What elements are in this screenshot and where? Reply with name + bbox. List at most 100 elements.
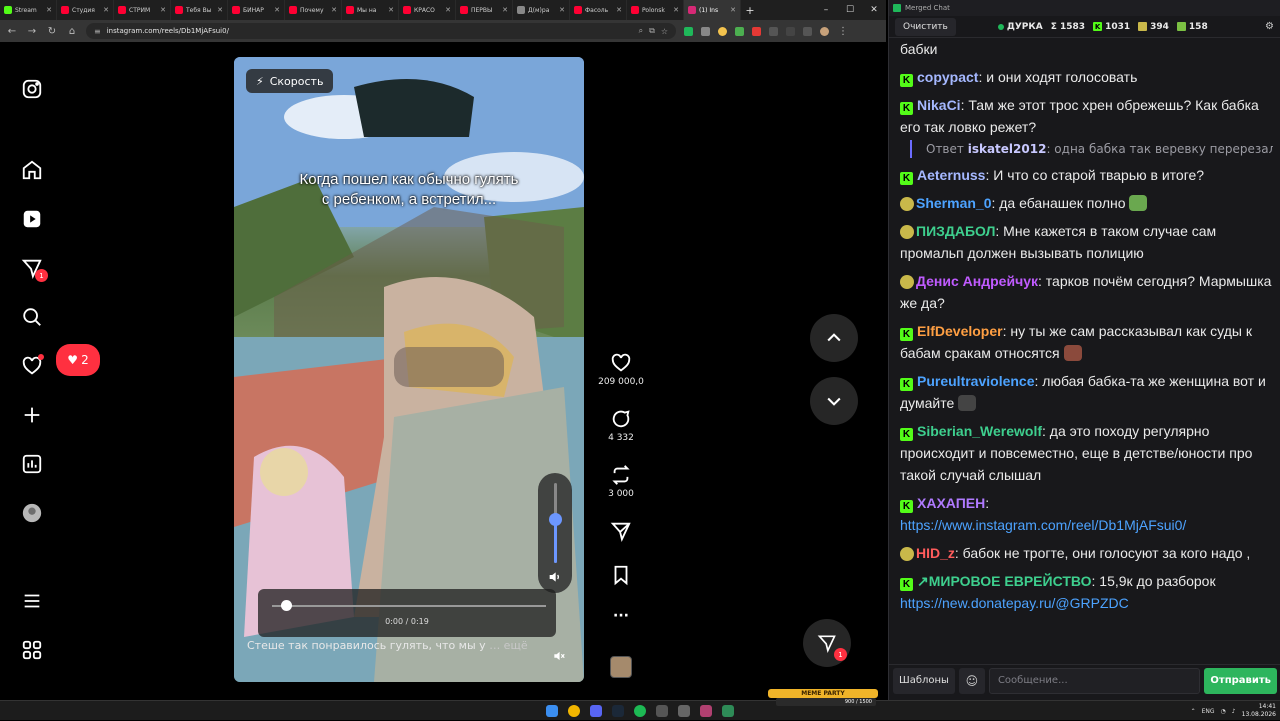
tab-close-icon[interactable]: ✕ <box>160 6 166 14</box>
spotify-taskbar-icon[interactable] <box>634 705 646 717</box>
back-button[interactable]: ← <box>6 26 18 37</box>
zoom-icon[interactable]: ⌕ <box>639 26 643 36</box>
install-icon[interactable]: ⧉ <box>649 26 655 36</box>
progress-track[interactable] <box>272 605 546 607</box>
home-button[interactable]: ⌂ <box>66 26 78 37</box>
discord-taskbar-icon[interactable] <box>590 705 602 717</box>
steam-taskbar-icon[interactable] <box>612 705 624 717</box>
share-button[interactable] <box>596 520 646 542</box>
tab-close-icon[interactable]: ✕ <box>730 6 736 14</box>
browser-tab[interactable]: Polonsk ✕ <box>627 0 684 20</box>
repost-button[interactable]: 3 000 <box>596 464 646 499</box>
emoji-button[interactable]: ☺ <box>958 667 985 694</box>
save-button[interactable] <box>596 564 646 586</box>
browser-tab[interactable]: Тебя Вы ✕ <box>171 0 228 20</box>
profile-avatar-icon[interactable] <box>820 26 829 36</box>
meta-apps-icon[interactable] <box>20 638 44 662</box>
chat-username[interactable]: Siberian_Werewolf <box>917 423 1042 439</box>
reel-description[interactable]: Стеше так понравилось гулять, что мы у …… <box>247 639 547 652</box>
clear-chat-button[interactable]: Очистить <box>895 17 956 36</box>
chrome-taskbar-icon[interactable] <box>568 705 580 717</box>
close-window-button[interactable]: ✕ <box>862 0 886 20</box>
templates-button[interactable]: Шаблоны <box>893 667 955 694</box>
playback-speed-button[interactable]: ⚡ Скорость <box>246 69 334 93</box>
profile-avatar[interactable] <box>20 501 44 525</box>
previous-reel-button[interactable] <box>810 314 858 362</box>
browser-tab[interactable]: Фасоль ✕ <box>570 0 627 20</box>
instagram-logo-icon[interactable] <box>20 77 44 101</box>
download-icon[interactable] <box>786 26 795 36</box>
browser-tab[interactable]: СТРИМ ✕ <box>114 0 171 20</box>
chat-username[interactable]: HID_z <box>916 545 955 561</box>
chat-username[interactable]: Денис Андрейчук <box>916 273 1038 289</box>
tab-close-icon[interactable]: ✕ <box>673 6 679 14</box>
active-app-taskbar-icon[interactable] <box>700 705 712 717</box>
sidepanel-icon[interactable] <box>803 26 812 36</box>
reel-video[interactable]: ⚡ Скорость Когда пошел как обычно гулять… <box>234 57 584 682</box>
browser-tab[interactable]: ПЕРВЫ ✕ <box>456 0 513 20</box>
browser-tab[interactable]: Д(м)ра ✕ <box>513 0 570 20</box>
chat-link[interactable]: https://new.donatepay.ru/@GRPZDC <box>900 595 1129 611</box>
browser-tab[interactable]: (1) Ins ✕ <box>684 0 741 20</box>
extension-icon-yellow[interactable] <box>718 26 727 36</box>
tab-close-icon[interactable]: ✕ <box>103 6 109 14</box>
messages-icon[interactable]: 1 <box>20 256 48 282</box>
new-likes-notification[interactable]: ♥ 2 <box>56 344 100 376</box>
more-options-button[interactable]: ··· <box>596 608 646 624</box>
volume-knob[interactable] <box>549 513 562 526</box>
address-bar[interactable]: ≡ instagram.com/reels/Db1MjAFsui0/ ⌕ ⧉ ☆ <box>86 23 676 39</box>
tab-close-icon[interactable]: ✕ <box>331 6 337 14</box>
clock[interactable]: 14:41 13.08.2026 <box>1242 703 1276 719</box>
browser-tab[interactable]: БИНАР ✕ <box>228 0 285 20</box>
chat-username[interactable]: ХАХАПЕН <box>917 495 985 511</box>
chat-username[interactable]: Pureultraviolence <box>917 373 1035 389</box>
browser-tab[interactable]: Почему ✕ <box>285 0 342 20</box>
extension-icon-grey[interactable] <box>701 26 710 36</box>
reels-icon[interactable] <box>20 207 44 231</box>
volume-panel[interactable] <box>538 473 572 593</box>
dashboard-icon[interactable] <box>20 452 44 476</box>
start-windows-icon[interactable] <box>546 705 558 717</box>
chat-username[interactable]: ↗МИРОВОЕ ЕВРЕЙСТВО <box>917 573 1092 589</box>
minimize-button[interactable]: – <box>814 0 838 20</box>
progress-knob[interactable] <box>280 600 292 611</box>
extensions-puzzle-icon[interactable] <box>769 26 778 36</box>
audio-thumbnail[interactable] <box>610 656 632 678</box>
tab-close-icon[interactable]: ✕ <box>616 6 622 14</box>
new-tab-button[interactable]: + <box>741 4 759 17</box>
language-indicator[interactable]: ENG <box>1202 708 1215 715</box>
tab-close-icon[interactable]: ✕ <box>46 6 52 14</box>
messages-floating-button[interactable]: 1 <box>803 619 851 667</box>
app-taskbar-icon[interactable] <box>678 705 690 717</box>
create-plus-icon[interactable] <box>20 403 44 427</box>
browser-tab[interactable]: Студия ✕ <box>57 0 114 20</box>
send-button[interactable]: Отправить <box>1204 667 1277 694</box>
tab-close-icon[interactable]: ✕ <box>217 6 223 14</box>
obs-taskbar-icon[interactable] <box>656 705 668 717</box>
mute-icon[interactable] <box>552 649 566 663</box>
chat-username[interactable]: copypact <box>917 69 978 85</box>
bookmark-star-icon[interactable]: ☆ <box>661 27 668 36</box>
tab-close-icon[interactable]: ✕ <box>388 6 394 14</box>
browser-tab[interactable]: Мы на ✕ <box>342 0 399 20</box>
tab-close-icon[interactable]: ✕ <box>445 6 451 14</box>
tab-close-icon[interactable]: ✕ <box>559 6 565 14</box>
volume-icon[interactable] <box>547 569 563 585</box>
tab-close-icon[interactable]: ✕ <box>502 6 508 14</box>
search-icon[interactable] <box>20 305 44 329</box>
more-menu-icon[interactable] <box>20 589 44 613</box>
extension-icon-red[interactable] <box>752 26 761 36</box>
chat-taskbar-icon[interactable] <box>722 705 734 717</box>
comment-button[interactable]: 4 332 <box>596 408 646 443</box>
next-reel-button[interactable] <box>810 377 858 425</box>
chat-link[interactable]: https://www.instagram.com/reel/Db1MjAFsu… <box>900 517 1186 533</box>
extension-icon-green[interactable] <box>684 26 693 36</box>
chat-username[interactable]: Aeternuss <box>917 167 985 183</box>
home-icon[interactable] <box>20 158 44 182</box>
chat-username[interactable]: NikaCi <box>917 97 961 113</box>
tab-close-icon[interactable]: ✕ <box>274 6 280 14</box>
speaker-icon[interactable]: ♪ <box>1232 708 1236 715</box>
browser-menu-icon[interactable]: ⋮ <box>837 26 849 37</box>
chat-username[interactable]: Sherman_0 <box>916 195 991 211</box>
chat-settings-icon[interactable]: ⚙ <box>1265 21 1274 32</box>
